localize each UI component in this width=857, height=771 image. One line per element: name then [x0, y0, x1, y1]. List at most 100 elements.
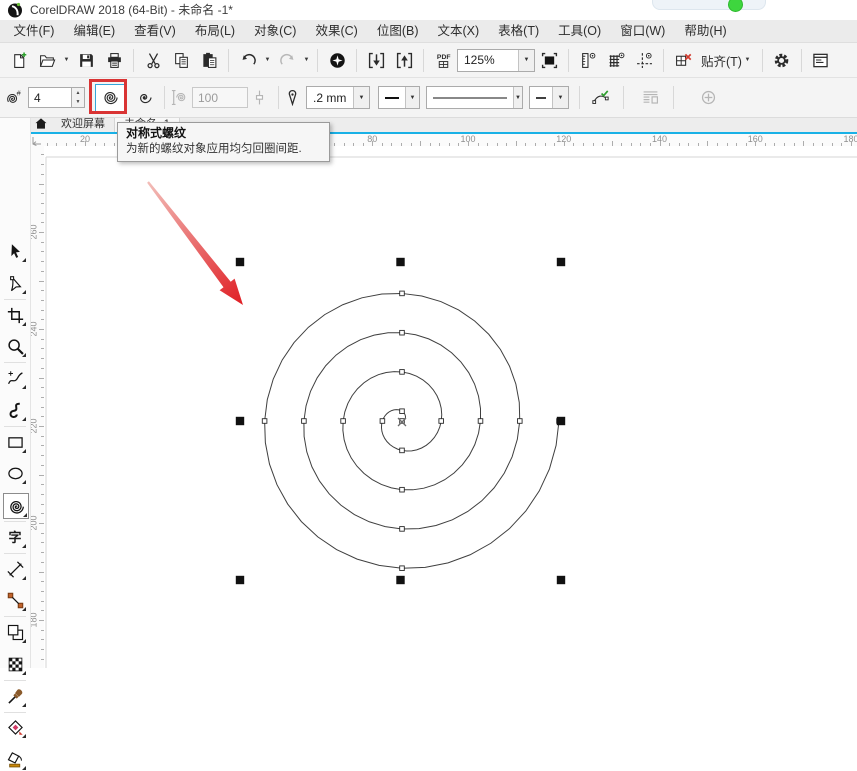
menu-item[interactable]: 文件(F) — [4, 20, 64, 43]
app-launcher-button[interactable] — [323, 47, 351, 74]
paste-button[interactable] — [195, 47, 223, 74]
spiral-object[interactable] — [265, 293, 559, 568]
chevron-down-icon[interactable]: ▼ — [405, 87, 419, 108]
menu-item[interactable]: 对象(C) — [245, 20, 306, 43]
chevron-down-icon[interactable]: ▼ — [262, 57, 273, 63]
chevron-down-icon[interactable]: ▼ — [552, 87, 568, 108]
artistic-media-tool[interactable] — [3, 398, 27, 422]
chevron-down-icon[interactable]: ▼ — [513, 87, 522, 108]
spiral-node[interactable] — [341, 419, 346, 424]
spiral-node[interactable] — [302, 419, 307, 424]
export-button[interactable] — [390, 47, 418, 74]
selection-handle[interactable] — [557, 576, 565, 584]
ellipse-tool-icon — [7, 465, 24, 482]
snap-to-menu[interactable]: 贴齐(T)▼ — [697, 47, 757, 74]
undo-button[interactable] — [234, 47, 262, 74]
spiral-node[interactable] — [400, 409, 405, 414]
selection-handle[interactable] — [236, 576, 244, 584]
reduce-nodes-button[interactable] — [585, 84, 615, 112]
spiral-node[interactable] — [400, 527, 405, 532]
zoom-level-combo[interactable]: 125%▼ — [457, 49, 535, 72]
chevron-down-icon[interactable]: ▼ — [518, 50, 534, 71]
spiral-node[interactable] — [400, 370, 405, 375]
tooltip-body: 为新的螺纹对象应用均匀回圈间距. — [126, 142, 321, 156]
drop-shadow-tool[interactable] — [3, 620, 27, 644]
zoom-tool[interactable] — [3, 334, 27, 358]
selection-handle[interactable] — [236, 258, 244, 266]
print-button[interactable] — [100, 47, 128, 74]
crop-tool[interactable] — [3, 303, 27, 327]
save-button[interactable] — [72, 47, 100, 74]
selection-handle[interactable] — [557, 258, 565, 266]
spiral-node[interactable] — [262, 419, 267, 424]
chevron-down-icon[interactable]: ▼ — [353, 87, 369, 108]
rectangle-tool[interactable] — [3, 430, 27, 454]
spiral-node[interactable] — [400, 566, 405, 571]
line-style-combo[interactable]: ▼ — [426, 86, 523, 109]
freehand-tool[interactable] — [3, 366, 27, 390]
spiral-node[interactable] — [400, 291, 405, 296]
spiral-revolutions-input[interactable] — [28, 87, 72, 108]
menu-item[interactable]: 查看(V) — [125, 20, 186, 43]
spiral-revolutions-stepper[interactable]: ▲▼ — [72, 87, 85, 108]
show-rulers-button[interactable] — [574, 47, 602, 74]
menu-item[interactable]: 工具(O) — [549, 20, 611, 43]
transparency-tool[interactable] — [3, 652, 27, 676]
selection-handle[interactable] — [396, 258, 404, 266]
dockers-button[interactable] — [807, 47, 835, 74]
spiral-node[interactable] — [518, 419, 523, 424]
symmetric-spiral-button[interactable] — [95, 84, 125, 112]
tab-welcome-screen[interactable]: 欢迎屏幕 — [52, 118, 114, 132]
new-document-button[interactable] — [5, 47, 33, 74]
options-gear-button[interactable] — [768, 47, 796, 74]
fullscreen-preview-button[interactable] — [535, 47, 563, 74]
menu-item[interactable]: 窗口(W) — [611, 20, 675, 43]
ellipse-tool[interactable] — [3, 461, 27, 485]
smart-fill-tool[interactable] — [3, 747, 27, 771]
copy-button[interactable] — [167, 47, 195, 74]
snap-off-button[interactable] — [669, 47, 697, 74]
open-button[interactable] — [33, 47, 61, 74]
spiral-node[interactable] — [400, 487, 405, 492]
pick-tool[interactable] — [3, 239, 27, 263]
selection-handle[interactable] — [236, 417, 244, 425]
selection-handle[interactable] — [557, 417, 565, 425]
spiral-tool[interactable] — [3, 493, 29, 519]
text-tool[interactable]: 字 — [3, 525, 27, 549]
spiral-node[interactable] — [439, 419, 444, 424]
color-eyedropper-tool-icon — [7, 688, 24, 705]
color-eyedropper-tool[interactable] — [3, 684, 27, 708]
shape-tool[interactable] — [3, 271, 27, 295]
outline-width-combo[interactable]: .2 mm ▼ — [306, 86, 370, 109]
drawing-canvas[interactable] — [44, 146, 857, 668]
menu-item[interactable]: 编辑(E) — [64, 20, 125, 43]
menu-item[interactable]: 表格(T) — [489, 20, 549, 43]
spiral-node[interactable] — [478, 419, 483, 424]
menu-item[interactable]: 布局(L) — [185, 20, 244, 43]
arrowhead-combo[interactable]: ▼ — [529, 86, 569, 109]
connector-tool[interactable] — [3, 588, 27, 612]
interactive-fill-tool[interactable] — [3, 715, 27, 739]
tooltip-title: 对称式螺纹 — [126, 126, 321, 141]
spiral-node[interactable] — [400, 448, 405, 453]
import-button[interactable] — [362, 47, 390, 74]
selection-handle[interactable] — [396, 576, 404, 584]
line-width-combo[interactable]: ▼ — [378, 86, 420, 109]
menu-item[interactable]: 位图(B) — [367, 20, 428, 43]
drop-shadow-tool-icon — [7, 624, 24, 641]
menu-item[interactable]: 效果(C) — [306, 20, 367, 43]
logarithmic-spiral-button[interactable] — [129, 84, 159, 112]
chevron-down-icon[interactable]: ▼ — [301, 57, 312, 63]
cut-button[interactable] — [139, 47, 167, 74]
menu-item[interactable]: 文本(X) — [428, 20, 489, 43]
home-tab-button[interactable] — [30, 118, 52, 132]
show-grid-button[interactable] — [602, 47, 630, 74]
menu-item[interactable]: 帮助(H) — [675, 20, 736, 43]
pdf-button[interactable]: PDF — [429, 47, 457, 74]
dimension-tool[interactable] — [3, 557, 27, 581]
show-guidelines-button[interactable] — [630, 47, 658, 74]
spiral-node[interactable] — [400, 330, 405, 335]
svg-text:PDF: PDF — [436, 54, 450, 61]
spiral-node[interactable] — [380, 419, 385, 424]
chevron-down-icon[interactable]: ▼ — [61, 57, 72, 63]
